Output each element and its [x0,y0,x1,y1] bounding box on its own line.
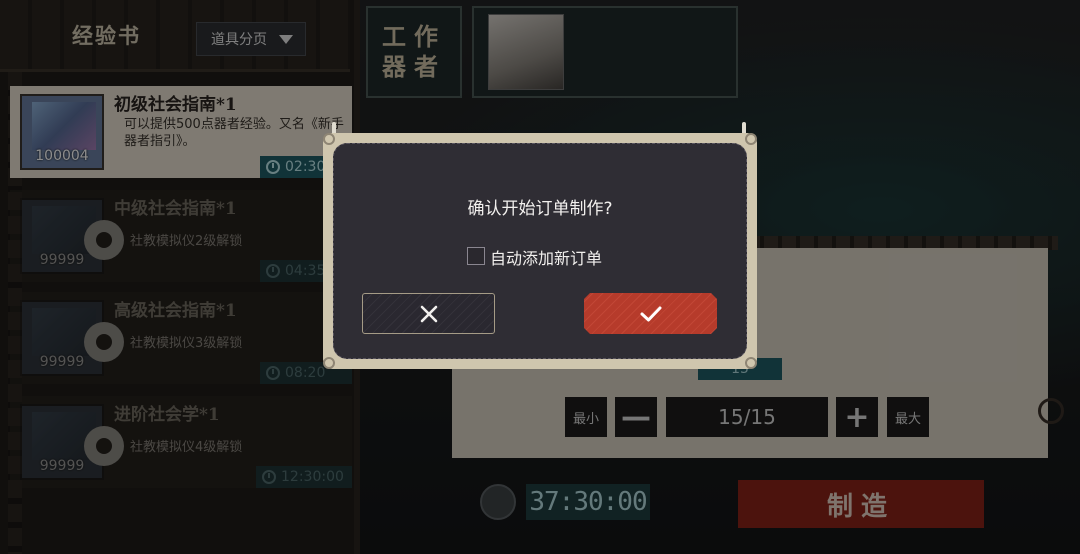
dialog-corner-rivet [745,357,757,369]
auto-add-label[interactable]: 自动添加新订单 [490,245,602,269]
cancel-button[interactable] [362,293,495,334]
close-icon [420,305,437,322]
confirm-button[interactable] [584,293,717,334]
dialog-corner-rivet [323,357,335,369]
dialog-corner-rivet [745,133,757,145]
checkmark-icon [639,304,663,324]
auto-add-checkbox[interactable] [467,247,485,265]
dialog-message: 确认开始订单制作? [467,199,613,219]
dialog-corner-rivet [323,133,335,145]
